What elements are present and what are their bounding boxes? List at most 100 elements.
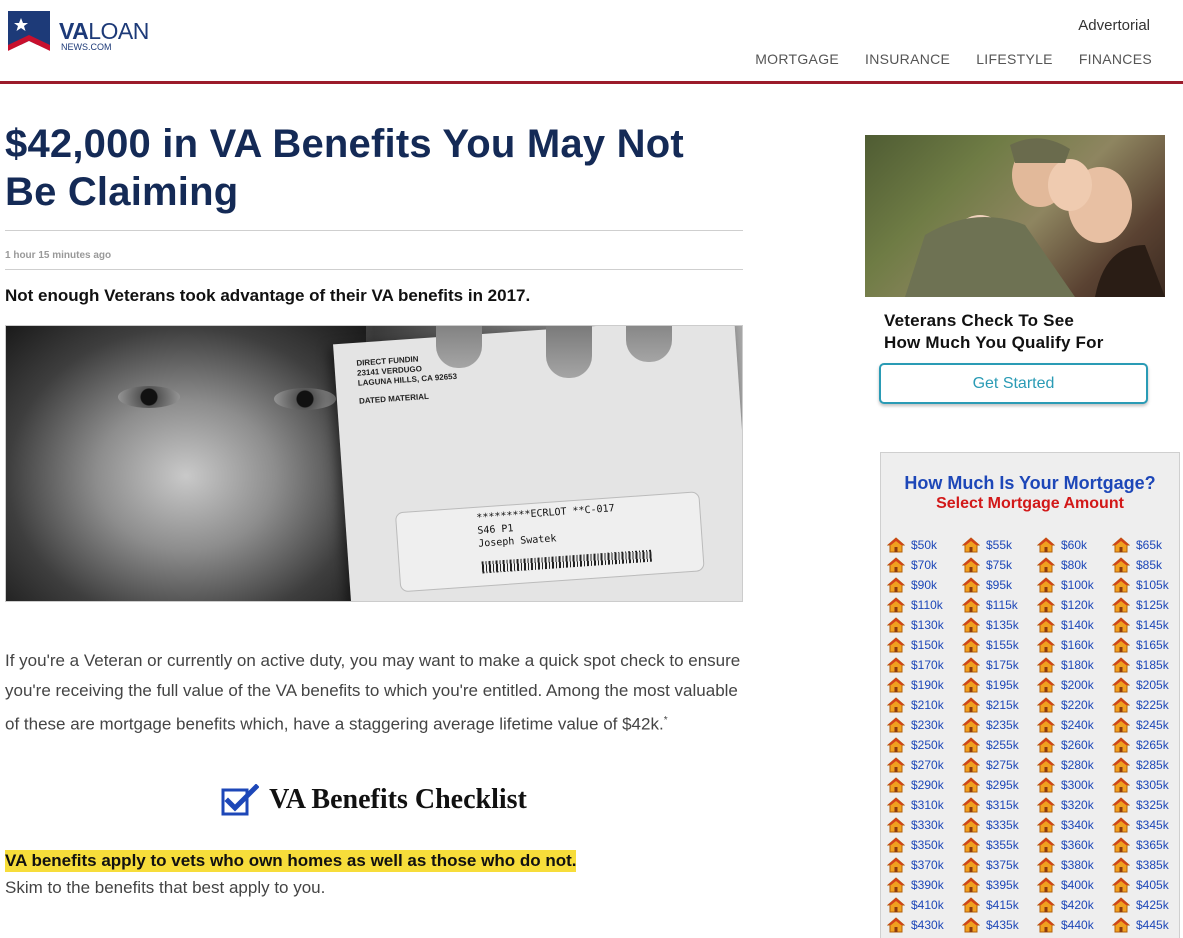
mortgage-amount-option[interactable]: $65k <box>1112 535 1183 555</box>
mortgage-amount-option[interactable]: $330k <box>887 815 962 835</box>
sidebar-family-photo[interactable] <box>865 135 1165 297</box>
checklist-heading: VA Benefits Checklist <box>5 783 743 816</box>
mortgage-amount-option[interactable]: $170k <box>887 655 962 675</box>
mortgage-amount-option[interactable]: $160k <box>1037 635 1112 655</box>
mortgage-amount-option[interactable]: $305k <box>1112 775 1183 795</box>
mortgage-amount-option[interactable]: $195k <box>962 675 1037 695</box>
mortgage-amount-option[interactable]: $210k <box>887 695 962 715</box>
mortgage-amount-option[interactable]: $315k <box>962 795 1037 815</box>
house-icon <box>887 777 905 793</box>
veteran-face-image <box>6 326 366 601</box>
mortgage-amount-option[interactable]: $260k <box>1037 735 1112 755</box>
mortgage-amount-option[interactable]: $265k <box>1112 735 1183 755</box>
mortgage-amount-option[interactable]: $335k <box>962 815 1037 835</box>
mortgage-amount-option[interactable]: $150k <box>887 635 962 655</box>
mortgage-amount-option[interactable]: $200k <box>1037 675 1112 695</box>
mortgage-amount-option[interactable]: $125k <box>1112 595 1183 615</box>
mortgage-amount-option[interactable]: $405k <box>1112 875 1183 895</box>
mortgage-amount-option[interactable]: $115k <box>962 595 1037 615</box>
mortgage-amount-option[interactable]: $280k <box>1037 755 1112 775</box>
mortgage-amount-option[interactable]: $295k <box>962 775 1037 795</box>
mortgage-amount-option[interactable]: $80k <box>1037 555 1112 575</box>
mortgage-amount-option[interactable]: $440k <box>1037 915 1112 935</box>
mortgage-amount-option[interactable]: $410k <box>887 895 962 915</box>
mortgage-amount-option[interactable]: $105k <box>1112 575 1183 595</box>
mortgage-amount-option[interactable]: $165k <box>1112 635 1183 655</box>
nav-item-lifestyle[interactable]: LIFESTYLE <box>976 51 1053 67</box>
mortgage-amount-option[interactable]: $355k <box>962 835 1037 855</box>
nav-item-finances[interactable]: FINANCES <box>1079 51 1152 67</box>
mortgage-amount-option[interactable]: $255k <box>962 735 1037 755</box>
mortgage-amount-option[interactable]: $175k <box>962 655 1037 675</box>
mortgage-amount-option[interactable]: $220k <box>1037 695 1112 715</box>
mortgage-amount-option[interactable]: $190k <box>887 675 962 695</box>
mortgage-amount-label: $130k <box>911 618 944 632</box>
house-icon <box>1112 837 1130 853</box>
mortgage-amount-option[interactable]: $140k <box>1037 615 1112 635</box>
mortgage-amount-option[interactable]: $370k <box>887 855 962 875</box>
mortgage-amount-option[interactable]: $340k <box>1037 815 1112 835</box>
mortgage-amount-option[interactable]: $135k <box>962 615 1037 635</box>
mortgage-amount-option[interactable]: $215k <box>962 695 1037 715</box>
mortgage-amount-option[interactable]: $290k <box>887 775 962 795</box>
mortgage-amount-option[interactable]: $95k <box>962 575 1037 595</box>
mortgage-amount-option[interactable]: $325k <box>1112 795 1183 815</box>
site-logo[interactable]: VALOAN NEWS.COM <box>8 11 149 57</box>
mortgage-amount-option[interactable]: $225k <box>1112 695 1183 715</box>
mortgage-amount-option[interactable]: $180k <box>1037 655 1112 675</box>
mortgage-amount-option[interactable]: $350k <box>887 835 962 855</box>
mortgage-amount-option[interactable]: $100k <box>1037 575 1112 595</box>
mortgage-amount-option[interactable]: $155k <box>962 635 1037 655</box>
mortgage-amount-option[interactable]: $205k <box>1112 675 1183 695</box>
mortgage-amount-option[interactable]: $365k <box>1112 835 1183 855</box>
mortgage-amount-label: $145k <box>1136 618 1169 632</box>
mortgage-amount-option[interactable]: $360k <box>1037 835 1112 855</box>
mortgage-amount-option[interactable]: $275k <box>962 755 1037 775</box>
mortgage-amount-option[interactable]: $230k <box>887 715 962 735</box>
mortgage-amount-option[interactable]: $300k <box>1037 775 1112 795</box>
mortgage-amount-option[interactable]: $250k <box>887 735 962 755</box>
mortgage-amount-option[interactable]: $395k <box>962 875 1037 895</box>
get-started-button[interactable]: Get Started <box>879 363 1148 404</box>
mortgage-amount-option[interactable]: $310k <box>887 795 962 815</box>
mortgage-amount-label: $50k <box>911 538 938 552</box>
mortgage-amount-option[interactable]: $50k <box>887 535 962 555</box>
mortgage-amount-option[interactable]: $90k <box>887 575 962 595</box>
mortgage-amount-option[interactable]: $375k <box>962 855 1037 875</box>
mortgage-amount-label: $420k <box>1061 898 1094 912</box>
mortgage-amount-option[interactable]: $70k <box>887 555 962 575</box>
mortgage-amount-option[interactable]: $145k <box>1112 615 1183 635</box>
mortgage-amount-option[interactable]: $110k <box>887 595 962 615</box>
mortgage-amount-option[interactable]: $185k <box>1112 655 1183 675</box>
house-icon <box>962 677 980 693</box>
mortgage-amount-option[interactable]: $390k <box>887 875 962 895</box>
mortgage-amount-option[interactable]: $320k <box>1037 795 1112 815</box>
mortgage-amount-option[interactable]: $345k <box>1112 815 1183 835</box>
mortgage-amount-option[interactable]: $75k <box>962 555 1037 575</box>
mortgage-amount-option[interactable]: $235k <box>962 715 1037 735</box>
mortgage-amount-option[interactable]: $415k <box>962 895 1037 915</box>
mortgage-amount-option[interactable]: $380k <box>1037 855 1112 875</box>
mortgage-amount-option[interactable]: $270k <box>887 755 962 775</box>
mortgage-amount-label: $300k <box>1061 778 1094 792</box>
mortgage-amount-option[interactable]: $425k <box>1112 895 1183 915</box>
mortgage-amount-option[interactable]: $240k <box>1037 715 1112 735</box>
mortgage-amount-option[interactable]: $435k <box>962 915 1037 935</box>
mortgage-amount-option[interactable]: $445k <box>1112 915 1183 935</box>
mortgage-amount-option[interactable]: $430k <box>887 915 962 935</box>
mortgage-amount-option[interactable]: $385k <box>1112 855 1183 875</box>
mortgage-amount-option[interactable]: $130k <box>887 615 962 635</box>
mortgage-amount-option[interactable]: $400k <box>1037 875 1112 895</box>
mortgage-amount-option[interactable]: $120k <box>1037 595 1112 615</box>
nav-item-mortgage[interactable]: MORTGAGE <box>755 51 839 67</box>
mortgage-amount-option[interactable]: $60k <box>1037 535 1112 555</box>
mortgage-amount-option[interactable]: $85k <box>1112 555 1183 575</box>
nav-item-insurance[interactable]: INSURANCE <box>865 51 950 67</box>
mortgage-amount-label: $265k <box>1136 738 1169 752</box>
mortgage-amount-option[interactable]: $55k <box>962 535 1037 555</box>
mortgage-amount-option[interactable]: $420k <box>1037 895 1112 915</box>
mortgage-amount-option[interactable]: $245k <box>1112 715 1183 735</box>
mortgage-amount-label: $230k <box>911 718 944 732</box>
mortgage-amount-option[interactable]: $285k <box>1112 755 1183 775</box>
mortgage-amount-label: $170k <box>911 658 944 672</box>
